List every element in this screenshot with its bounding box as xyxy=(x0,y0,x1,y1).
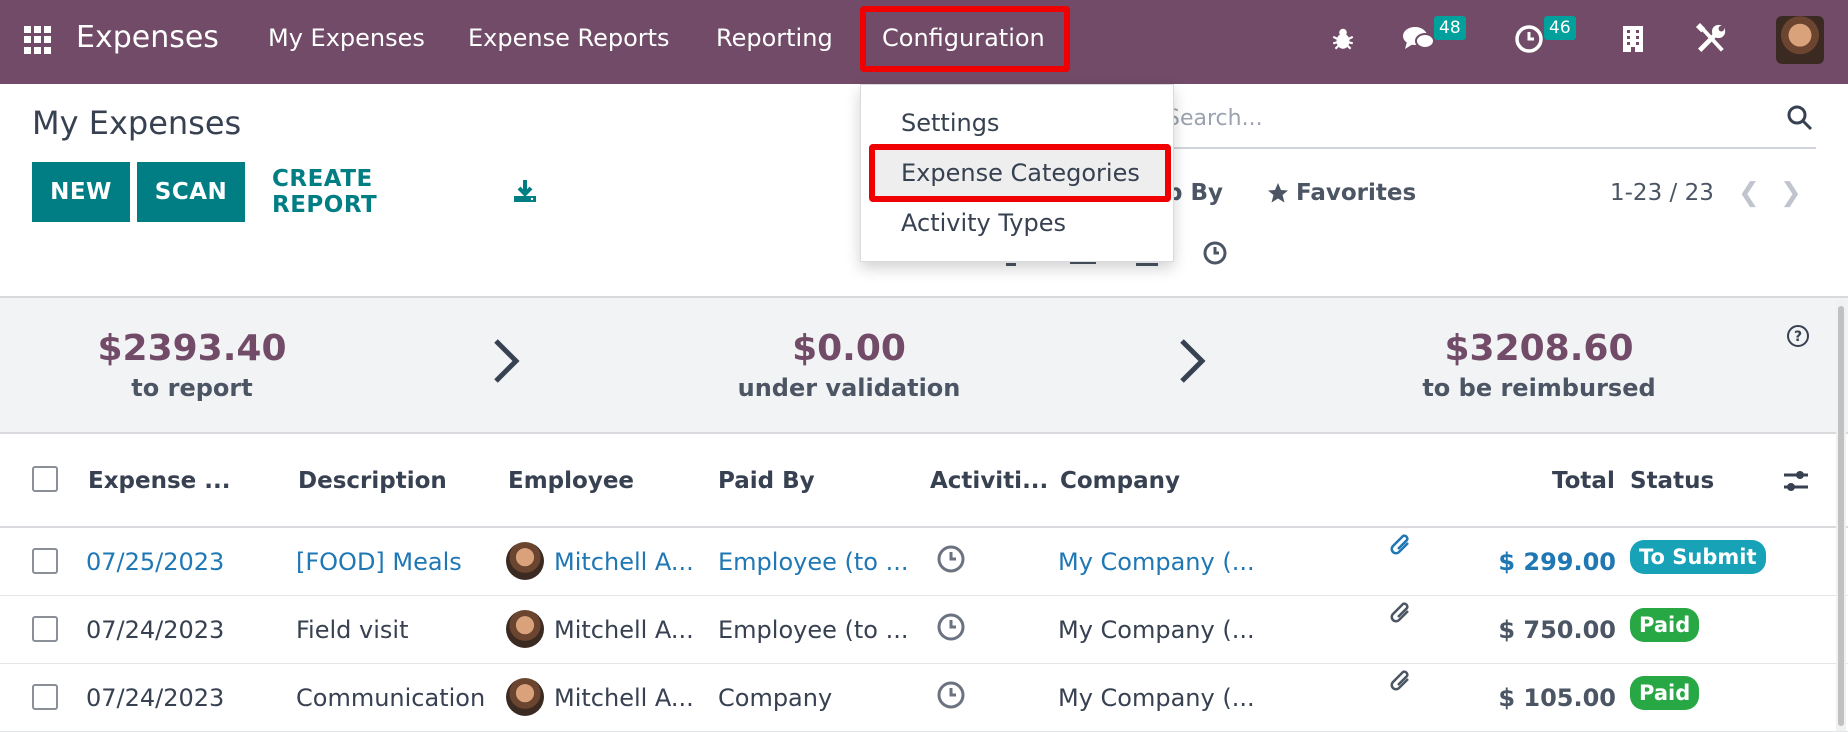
scan-button[interactable]: SCAN xyxy=(137,162,245,222)
cell-description[interactable]: Field visit xyxy=(296,616,408,644)
col-paid-by[interactable]: Paid By xyxy=(718,468,815,494)
cell-company[interactable]: My Company (... xyxy=(1058,548,1258,576)
row-checkbox[interactable] xyxy=(32,616,58,642)
cell-description[interactable]: Communication xyxy=(296,684,485,712)
tools-icon[interactable] xyxy=(1694,22,1728,56)
col-expense-date[interactable]: Expense ... xyxy=(88,468,231,494)
star-icon xyxy=(1268,183,1288,203)
search-icon[interactable] xyxy=(1786,104,1814,136)
new-button[interactable]: NEW xyxy=(32,162,130,222)
clock-icon[interactable] xyxy=(1512,22,1546,56)
select-all-checkbox[interactable] xyxy=(32,466,58,492)
to-report-amount[interactable]: $2393.40 xyxy=(42,328,342,369)
col-description[interactable]: Description xyxy=(298,468,447,494)
svg-text:?: ? xyxy=(1794,329,1802,345)
cell-employee[interactable]: Mitchell A... xyxy=(554,616,700,644)
attachment-icon[interactable] xyxy=(1390,670,1414,700)
messages-count-badge: 48 xyxy=(1434,16,1466,40)
under-validation-label: under validation xyxy=(737,374,961,402)
col-employee[interactable]: Employee xyxy=(508,468,634,494)
activity-clock-icon[interactable] xyxy=(936,680,966,714)
apps-grid-icon[interactable] xyxy=(24,26,52,54)
cell-date[interactable]: 07/25/2023 xyxy=(86,548,224,576)
search-underline xyxy=(1166,147,1816,149)
attachment-icon[interactable] xyxy=(1390,602,1414,632)
group-by-button[interactable]: p By xyxy=(1166,180,1223,206)
activity-clock-icon[interactable] xyxy=(936,544,966,578)
activity-clock-icon[interactable] xyxy=(936,612,966,646)
building-icon[interactable] xyxy=(1616,22,1650,56)
cell-description[interactable]: [FOOD] Meals xyxy=(296,548,462,576)
row-checkbox[interactable] xyxy=(32,548,58,574)
table-row[interactable]: 07/24/2023 Communication Mitchell A... C… xyxy=(0,664,1848,732)
to-be-reimbursed-label: to be reimbursed xyxy=(1422,374,1656,402)
employee-avatar xyxy=(506,610,544,648)
menu-item-settings[interactable]: Settings xyxy=(901,109,999,137)
chevron-right-icon xyxy=(1178,338,1206,388)
pager-next-icon[interactable]: ❯ xyxy=(1780,178,1802,208)
employee-avatar xyxy=(506,542,544,580)
cell-company[interactable]: My Company (... xyxy=(1058,616,1258,644)
chat-icon[interactable] xyxy=(1402,22,1436,56)
top-navbar: Expenses My Expenses Expense Reports Rep… xyxy=(0,0,1848,84)
menu-expense-reports[interactable]: Expense Reports xyxy=(468,24,670,52)
menu-my-expenses[interactable]: My Expenses xyxy=(268,24,425,52)
cell-date[interactable]: 07/24/2023 xyxy=(86,616,224,644)
employee-avatar xyxy=(506,678,544,716)
cell-total[interactable]: $ 299.00 xyxy=(1498,548,1616,576)
app-name[interactable]: Expenses xyxy=(76,20,219,55)
col-company[interactable]: Company xyxy=(1060,468,1180,494)
create-report-button[interactable]: CREATE REPORT xyxy=(272,162,472,222)
table-header: Expense ... Description Employee Paid By… xyxy=(0,434,1848,528)
configuration-highlight-box xyxy=(860,6,1070,72)
cell-paid-by[interactable]: Company xyxy=(718,684,914,712)
favorites-label: Favorites xyxy=(1296,180,1417,206)
status-badge: Paid xyxy=(1630,608,1700,642)
expense-summary: $2393.40 to report $0.00 under validatio… xyxy=(0,298,1848,434)
cell-employee[interactable]: Mitchell A... xyxy=(554,684,700,712)
bug-icon[interactable] xyxy=(1326,22,1360,56)
cell-paid-by[interactable]: Employee (to ... xyxy=(718,616,914,644)
under-validation-amount[interactable]: $0.00 xyxy=(699,328,999,369)
cell-total[interactable]: $ 105.00 xyxy=(1498,684,1616,712)
page-title: My Expenses xyxy=(32,104,242,142)
menu-item-activity-types[interactable]: Activity Types xyxy=(901,209,1066,237)
menu-item-expense-categories[interactable]: Expense Categories xyxy=(901,159,1140,187)
search-input[interactable]: Search... xyxy=(1166,106,1263,131)
to-report-label: to report xyxy=(131,374,253,402)
col-total[interactable]: Total xyxy=(1552,468,1615,494)
help-icon[interactable]: ? xyxy=(1786,324,1810,352)
col-status[interactable]: Status xyxy=(1630,468,1714,494)
download-icon[interactable] xyxy=(512,178,538,208)
cell-total[interactable]: $ 750.00 xyxy=(1498,616,1616,644)
activity-view-icon[interactable] xyxy=(1202,240,1228,270)
cell-employee[interactable]: Mitchell A... xyxy=(554,548,700,576)
attachment-icon[interactable] xyxy=(1390,534,1414,564)
row-checkbox[interactable] xyxy=(32,684,58,710)
status-badge: To Submit xyxy=(1630,540,1766,574)
status-badge: Paid xyxy=(1630,676,1700,710)
pager-value[interactable]: 1-23 / 23 xyxy=(1610,180,1714,206)
chevron-right-icon xyxy=(492,338,520,388)
configuration-dropdown: Settings Expense Categories Activity Typ… xyxy=(860,84,1174,262)
favorites-button[interactable]: Favorites xyxy=(1266,180,1416,206)
pager-prev-icon[interactable]: ❮ xyxy=(1738,178,1760,208)
column-settings-icon[interactable] xyxy=(1782,468,1810,498)
cell-paid-by[interactable]: Employee (to ... xyxy=(718,548,914,576)
col-activities[interactable]: Activiti... xyxy=(930,468,1048,494)
cell-date[interactable]: 07/24/2023 xyxy=(86,684,224,712)
user-avatar[interactable] xyxy=(1776,16,1824,64)
activities-count-badge: 46 xyxy=(1544,16,1576,40)
table-row[interactable]: 07/25/2023 [FOOD] Meals Mitchell A... Em… xyxy=(0,528,1848,596)
table-row[interactable]: 07/24/2023 Field visit Mitchell A... Emp… xyxy=(0,596,1848,664)
scrollbar-thumb[interactable] xyxy=(1838,306,1844,726)
to-be-reimbursed-amount[interactable]: $3208.60 xyxy=(1389,328,1689,369)
cell-company[interactable]: My Company (... xyxy=(1058,684,1258,712)
menu-reporting[interactable]: Reporting xyxy=(716,24,833,52)
